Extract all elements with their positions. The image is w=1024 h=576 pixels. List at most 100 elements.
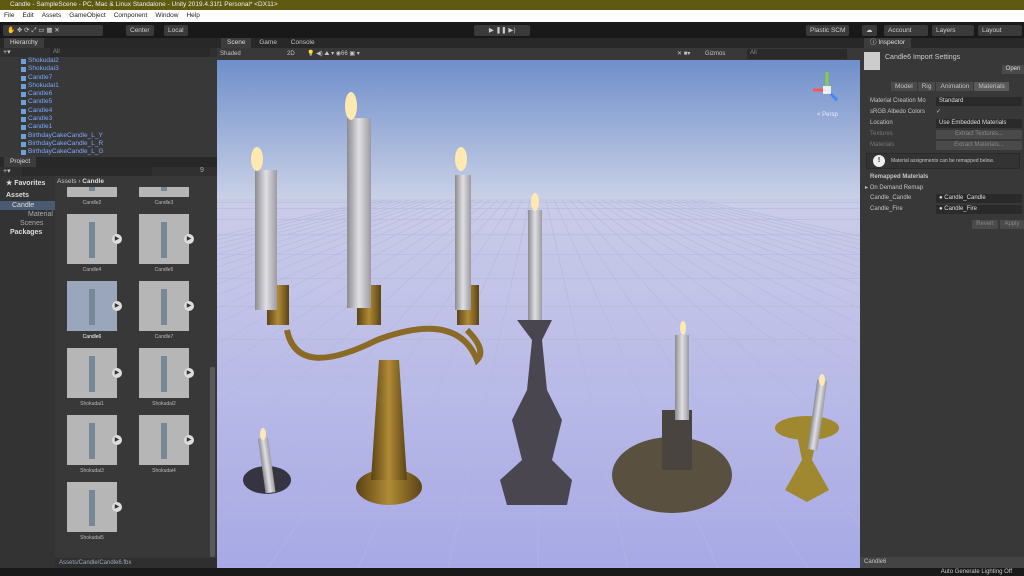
hierarchy-item[interactable]: Candle6 (0, 90, 217, 98)
tab-model[interactable]: Model (891, 82, 917, 91)
play-controls[interactable]: ▶ ❚❚ ▶| (474, 25, 530, 36)
tab-rig[interactable]: Rig (917, 82, 936, 91)
setting-label: sRGB Albedo Colors (870, 109, 926, 115)
folder-candle[interactable]: Candle (0, 201, 55, 210)
add-icon[interactable]: +▾ (3, 167, 11, 175)
layers-dropdown[interactable]: Layers (932, 25, 974, 36)
hierarchy-item[interactable]: BirthdayCakeCandle_L_G (0, 148, 217, 156)
crumb-candle[interactable]: Candle (82, 178, 104, 185)
pivot-local-button[interactable]: Local (164, 25, 188, 36)
play-preview-icon[interactable]: ▶ (184, 435, 194, 445)
menu-file[interactable]: File (4, 12, 14, 19)
menu-gameobject[interactable]: GameObject (69, 12, 106, 19)
play-preview-icon[interactable]: ▶ (184, 301, 194, 311)
hierarchy-item[interactable]: BirthdayCakeCandle_L_Y (0, 132, 217, 140)
play-preview-icon[interactable]: ▶ (184, 368, 194, 378)
transform-tools[interactable]: ✋ ✥ ⟳ ⤢ ▭ ▦ ✕ (3, 25, 103, 36)
menu-bar: File Edit Assets GameObject Component Window H… (0, 10, 1024, 22)
on-demand-remap-foldout[interactable]: ▸ On Demand Remap (865, 184, 923, 191)
tab-game[interactable]: Game (253, 39, 283, 46)
hierarchy-search[interactable]: All (50, 48, 210, 57)
asset-thumbnail[interactable] (139, 415, 189, 465)
play-preview-icon[interactable]: ▶ (112, 234, 122, 244)
srgb-checkbox[interactable]: ✓ (936, 108, 941, 115)
setting-dropdown[interactable]: Standard (936, 97, 1022, 106)
folder-material[interactable]: Material (0, 210, 56, 219)
asset-thumbnail[interactable] (67, 281, 117, 331)
favorites[interactable]: ★ Favorites (0, 176, 55, 190)
asset-thumbnail[interactable] (139, 348, 189, 398)
hierarchy-item[interactable]: Candle7 (0, 74, 217, 82)
crumb-assets[interactable]: Assets (57, 178, 77, 185)
asset-thumbnail[interactable] (67, 482, 117, 532)
asset-grid: ▶ Candle2 ▶ Candle3 ▶ Candle4 ▶ Candle5 ▶ Candle6… (55, 187, 210, 557)
extract-button[interactable]: Extract Materials... (936, 141, 1022, 150)
revert-button[interactable]: Revert (972, 220, 998, 229)
project-search[interactable] (22, 167, 152, 176)
model-preview (161, 356, 167, 392)
remap-field-candle[interactable]: ● Candle_Candle (936, 194, 1022, 203)
asset-thumbnail[interactable] (67, 415, 117, 465)
play-preview-icon[interactable]: ▶ (112, 301, 122, 311)
asset-thumbnail[interactable] (139, 281, 189, 331)
extract-button[interactable]: Extract Textures... (936, 130, 1022, 139)
local-label: Local (168, 27, 184, 34)
tab-project[interactable]: Project (4, 157, 37, 167)
asset-thumbnail[interactable] (139, 214, 189, 264)
cloud-icon[interactable]: ☁ (862, 25, 877, 36)
project-panel: Project +▾ 9 ★ Favorites Assets Candle Ma… (0, 157, 217, 568)
menu-help[interactable]: Help (186, 12, 199, 19)
play-preview-icon[interactable]: ▶ (112, 368, 122, 378)
play-preview-icon[interactable]: ▶ (112, 435, 122, 445)
scrollbar[interactable] (210, 367, 215, 557)
plastic-scm-button[interactable]: Plastic SCM (806, 25, 850, 36)
hierarchy-item[interactable]: Candle4 (0, 107, 217, 115)
hidden-count: 9 (200, 167, 204, 174)
folder-assets[interactable]: Assets (0, 190, 55, 201)
tab-materials[interactable]: Materials (974, 82, 1009, 91)
scene-view-toggles[interactable]: 💡 ◀) ⛰ ▾ ◉66 ▣ ▾ (307, 48, 360, 60)
asset-thumbnail[interactable] (139, 187, 189, 197)
menu-edit[interactable]: Edit (22, 12, 33, 19)
scene-search[interactable]: All (747, 49, 847, 59)
pause-icon[interactable]: ❚❚ (496, 27, 507, 34)
hierarchy-item[interactable]: Shokudai3 (0, 65, 217, 73)
add-icon[interactable]: +▾ (3, 48, 11, 56)
remap-label-candle: Candle_Candle (870, 195, 912, 201)
layout-dropdown[interactable]: Layout (978, 25, 1022, 36)
step-icon[interactable]: ▶| (508, 27, 515, 34)
hierarchy-item[interactable]: Candle5 (0, 98, 217, 106)
menu-component[interactable]: Component (114, 12, 148, 19)
scene-viewport[interactable]: < Persp (217, 60, 860, 568)
remap-field-fire[interactable]: ● Candle_Fire (936, 205, 1022, 214)
menu-window[interactable]: Window (155, 12, 178, 19)
hierarchy-item[interactable]: Candle3 (0, 115, 217, 123)
asset-thumbnail[interactable] (67, 187, 117, 197)
hierarchy-item[interactable]: Shokudai1 (0, 82, 217, 90)
2d-toggle[interactable]: 2D (287, 48, 295, 60)
tab-hierarchy[interactable]: Hierarchy (4, 38, 44, 48)
account-dropdown[interactable]: Account (884, 25, 928, 36)
tab-inspector[interactable]: ⓘ Inspector (864, 38, 912, 48)
open-button[interactable]: Open (1002, 65, 1024, 74)
hierarchy-item[interactable]: Candle1 (0, 123, 217, 131)
play-icon[interactable]: ▶ (489, 27, 494, 34)
menu-assets[interactable]: Assets (42, 12, 62, 19)
hierarchy-item[interactable]: BirthdayCakeCandle_L_R (0, 140, 217, 148)
folder-scenes[interactable]: Scenes (0, 219, 55, 228)
asset-thumbnail[interactable] (67, 214, 117, 264)
apply-button[interactable]: Apply (1000, 220, 1024, 229)
play-preview-icon[interactable]: ▶ (184, 234, 194, 244)
hierarchy-item[interactable]: Shokudai2 (0, 57, 217, 65)
setting-dropdown[interactable]: Use Embedded Materials (936, 119, 1022, 128)
pivot-center-button[interactable]: Center (126, 25, 154, 36)
folder-packages[interactable]: Packages (0, 228, 55, 237)
gizmos-dropdown[interactable]: Gizmos (705, 48, 725, 60)
tools-icon[interactable]: ✕ ■▾ (677, 48, 690, 60)
play-preview-icon[interactable]: ▶ (112, 502, 122, 512)
asset-thumbnail[interactable] (67, 348, 117, 398)
tab-scene[interactable]: Scene (221, 38, 252, 48)
tab-console[interactable]: Console (285, 39, 321, 46)
tab-animation[interactable]: Animation (936, 82, 974, 91)
window-title: Candle - SampleScene - PC, Mac & Linux S… (0, 0, 1024, 10)
